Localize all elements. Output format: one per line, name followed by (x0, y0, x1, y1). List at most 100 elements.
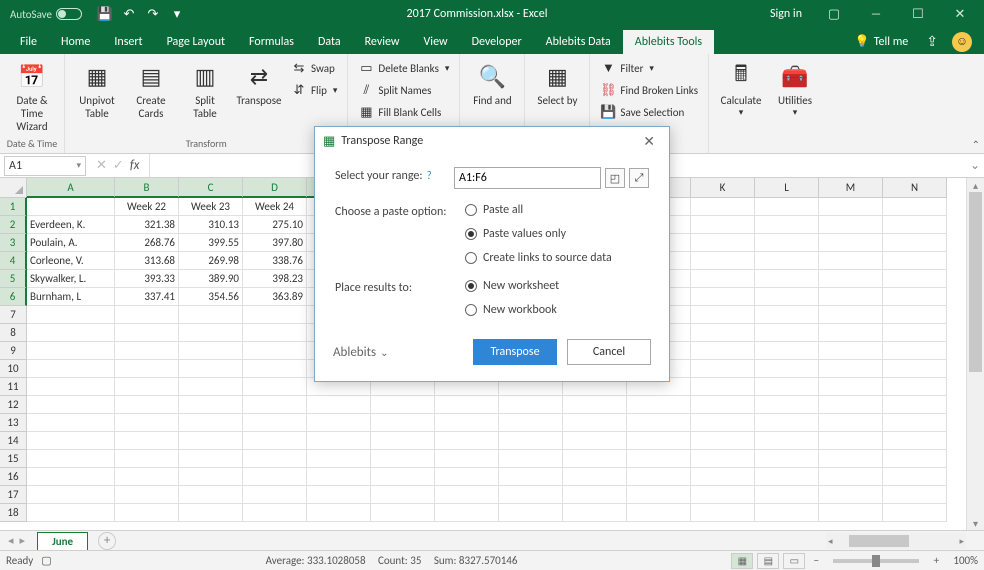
cell[interactable] (435, 396, 499, 414)
cell[interactable] (499, 468, 563, 486)
cell[interactable] (243, 396, 307, 414)
cell[interactable] (27, 324, 115, 342)
cell[interactable] (27, 432, 115, 450)
cell[interactable] (115, 414, 179, 432)
cell[interactable]: 310.13 (179, 216, 243, 234)
cell[interactable] (627, 450, 691, 468)
sheet-nav[interactable]: ◂▸ (0, 534, 33, 547)
cell[interactable] (755, 342, 819, 360)
cell[interactable] (435, 468, 499, 486)
cell[interactable] (371, 450, 435, 468)
cell[interactable] (691, 468, 755, 486)
fill-blank-cells-button[interactable]: ▦Fill Blank Cells (354, 102, 453, 122)
cell[interactable] (883, 198, 947, 216)
cell[interactable] (691, 504, 755, 522)
cell[interactable] (883, 396, 947, 414)
cell[interactable] (691, 396, 755, 414)
cell[interactable] (691, 342, 755, 360)
cell[interactable] (819, 414, 883, 432)
cell[interactable] (883, 450, 947, 468)
cell[interactable] (27, 486, 115, 504)
cell[interactable] (115, 324, 179, 342)
col-header-L[interactable]: L (755, 178, 819, 198)
cell[interactable] (243, 486, 307, 504)
cell[interactable] (755, 234, 819, 252)
cell[interactable] (115, 396, 179, 414)
cell[interactable] (563, 486, 627, 504)
cell[interactable] (691, 378, 755, 396)
tab-view[interactable]: View (412, 30, 460, 54)
zoom-level[interactable]: 100% (953, 554, 978, 567)
cell[interactable]: 269.98 (179, 252, 243, 270)
cell[interactable] (755, 288, 819, 306)
autosave-toggle[interactable]: AutoSave (4, 8, 88, 21)
cell[interactable]: 321.38 (115, 216, 179, 234)
zoom-in-button[interactable]: + (929, 554, 943, 567)
cell[interactable] (563, 504, 627, 522)
transpose-button[interactable]: ⇄Transpose (233, 58, 285, 109)
cell[interactable] (627, 486, 691, 504)
scroll-right-icon[interactable]: ▸ (957, 536, 966, 547)
cell[interactable]: 268.76 (115, 234, 179, 252)
cell[interactable] (563, 468, 627, 486)
cell[interactable]: 313.68 (115, 252, 179, 270)
cell[interactable] (883, 360, 947, 378)
cell[interactable] (819, 306, 883, 324)
minimize-icon[interactable]: ― (856, 2, 896, 26)
accept-edit-icon[interactable]: ✓ (113, 158, 124, 173)
split-table-button[interactable]: ▥Split Table (179, 58, 231, 122)
cell[interactable]: 363.89 (243, 288, 307, 306)
cell[interactable] (627, 414, 691, 432)
cell[interactable] (691, 306, 755, 324)
cell[interactable] (883, 414, 947, 432)
redo-icon[interactable]: ↷ (142, 3, 164, 25)
cell[interactable] (499, 450, 563, 468)
ablebits-brand-menu[interactable]: Ablebits ⌄ (333, 345, 388, 360)
tab-review[interactable]: Review (353, 30, 412, 54)
col-header-A[interactable]: A (27, 178, 115, 198)
row-header-8[interactable]: 8 (0, 324, 27, 342)
row-header-9[interactable]: 9 (0, 342, 27, 360)
cell[interactable] (27, 468, 115, 486)
cell[interactable] (627, 468, 691, 486)
cell[interactable] (755, 252, 819, 270)
cell[interactable] (819, 378, 883, 396)
cell[interactable] (243, 414, 307, 432)
name-box-dropdown-icon[interactable]: ▾ (76, 160, 81, 171)
cell[interactable]: 397.80 (243, 234, 307, 252)
hscroll-thumb[interactable] (849, 535, 909, 547)
scroll-left-icon[interactable]: ◂ (826, 536, 835, 547)
save-selection-button[interactable]: 💾Save Selection (596, 102, 702, 122)
cell[interactable] (115, 450, 179, 468)
cell[interactable]: 337.41 (115, 288, 179, 306)
cell[interactable] (755, 378, 819, 396)
cell[interactable] (179, 360, 243, 378)
cell[interactable] (435, 432, 499, 450)
cell[interactable] (819, 396, 883, 414)
cell[interactable] (499, 486, 563, 504)
create-cards-button[interactable]: ▤Create Cards (125, 58, 177, 122)
cell[interactable] (243, 324, 307, 342)
cell[interactable] (883, 306, 947, 324)
cell[interactable] (755, 324, 819, 342)
filter-button[interactable]: ▼Filter▾ (596, 58, 702, 78)
cell[interactable] (563, 414, 627, 432)
zoom-slider[interactable] (833, 559, 919, 563)
cell[interactable] (691, 360, 755, 378)
cell[interactable] (819, 486, 883, 504)
horizontal-scrollbar[interactable]: ◂ ▸ (826, 533, 966, 549)
close-icon[interactable]: ✕ (940, 2, 980, 26)
cell[interactable] (371, 396, 435, 414)
cell[interactable] (179, 486, 243, 504)
cell[interactable] (307, 432, 371, 450)
cell[interactable]: Burnham, L (27, 288, 115, 306)
cell[interactable] (243, 360, 307, 378)
cell[interactable] (27, 342, 115, 360)
cell[interactable] (883, 216, 947, 234)
cell[interactable] (755, 414, 819, 432)
cell[interactable] (819, 288, 883, 306)
qat-customize-icon[interactable]: ▾ (166, 3, 188, 25)
cell[interactable]: Week 22 (115, 198, 179, 216)
cell[interactable] (883, 234, 947, 252)
select-all-button[interactable] (0, 178, 27, 198)
